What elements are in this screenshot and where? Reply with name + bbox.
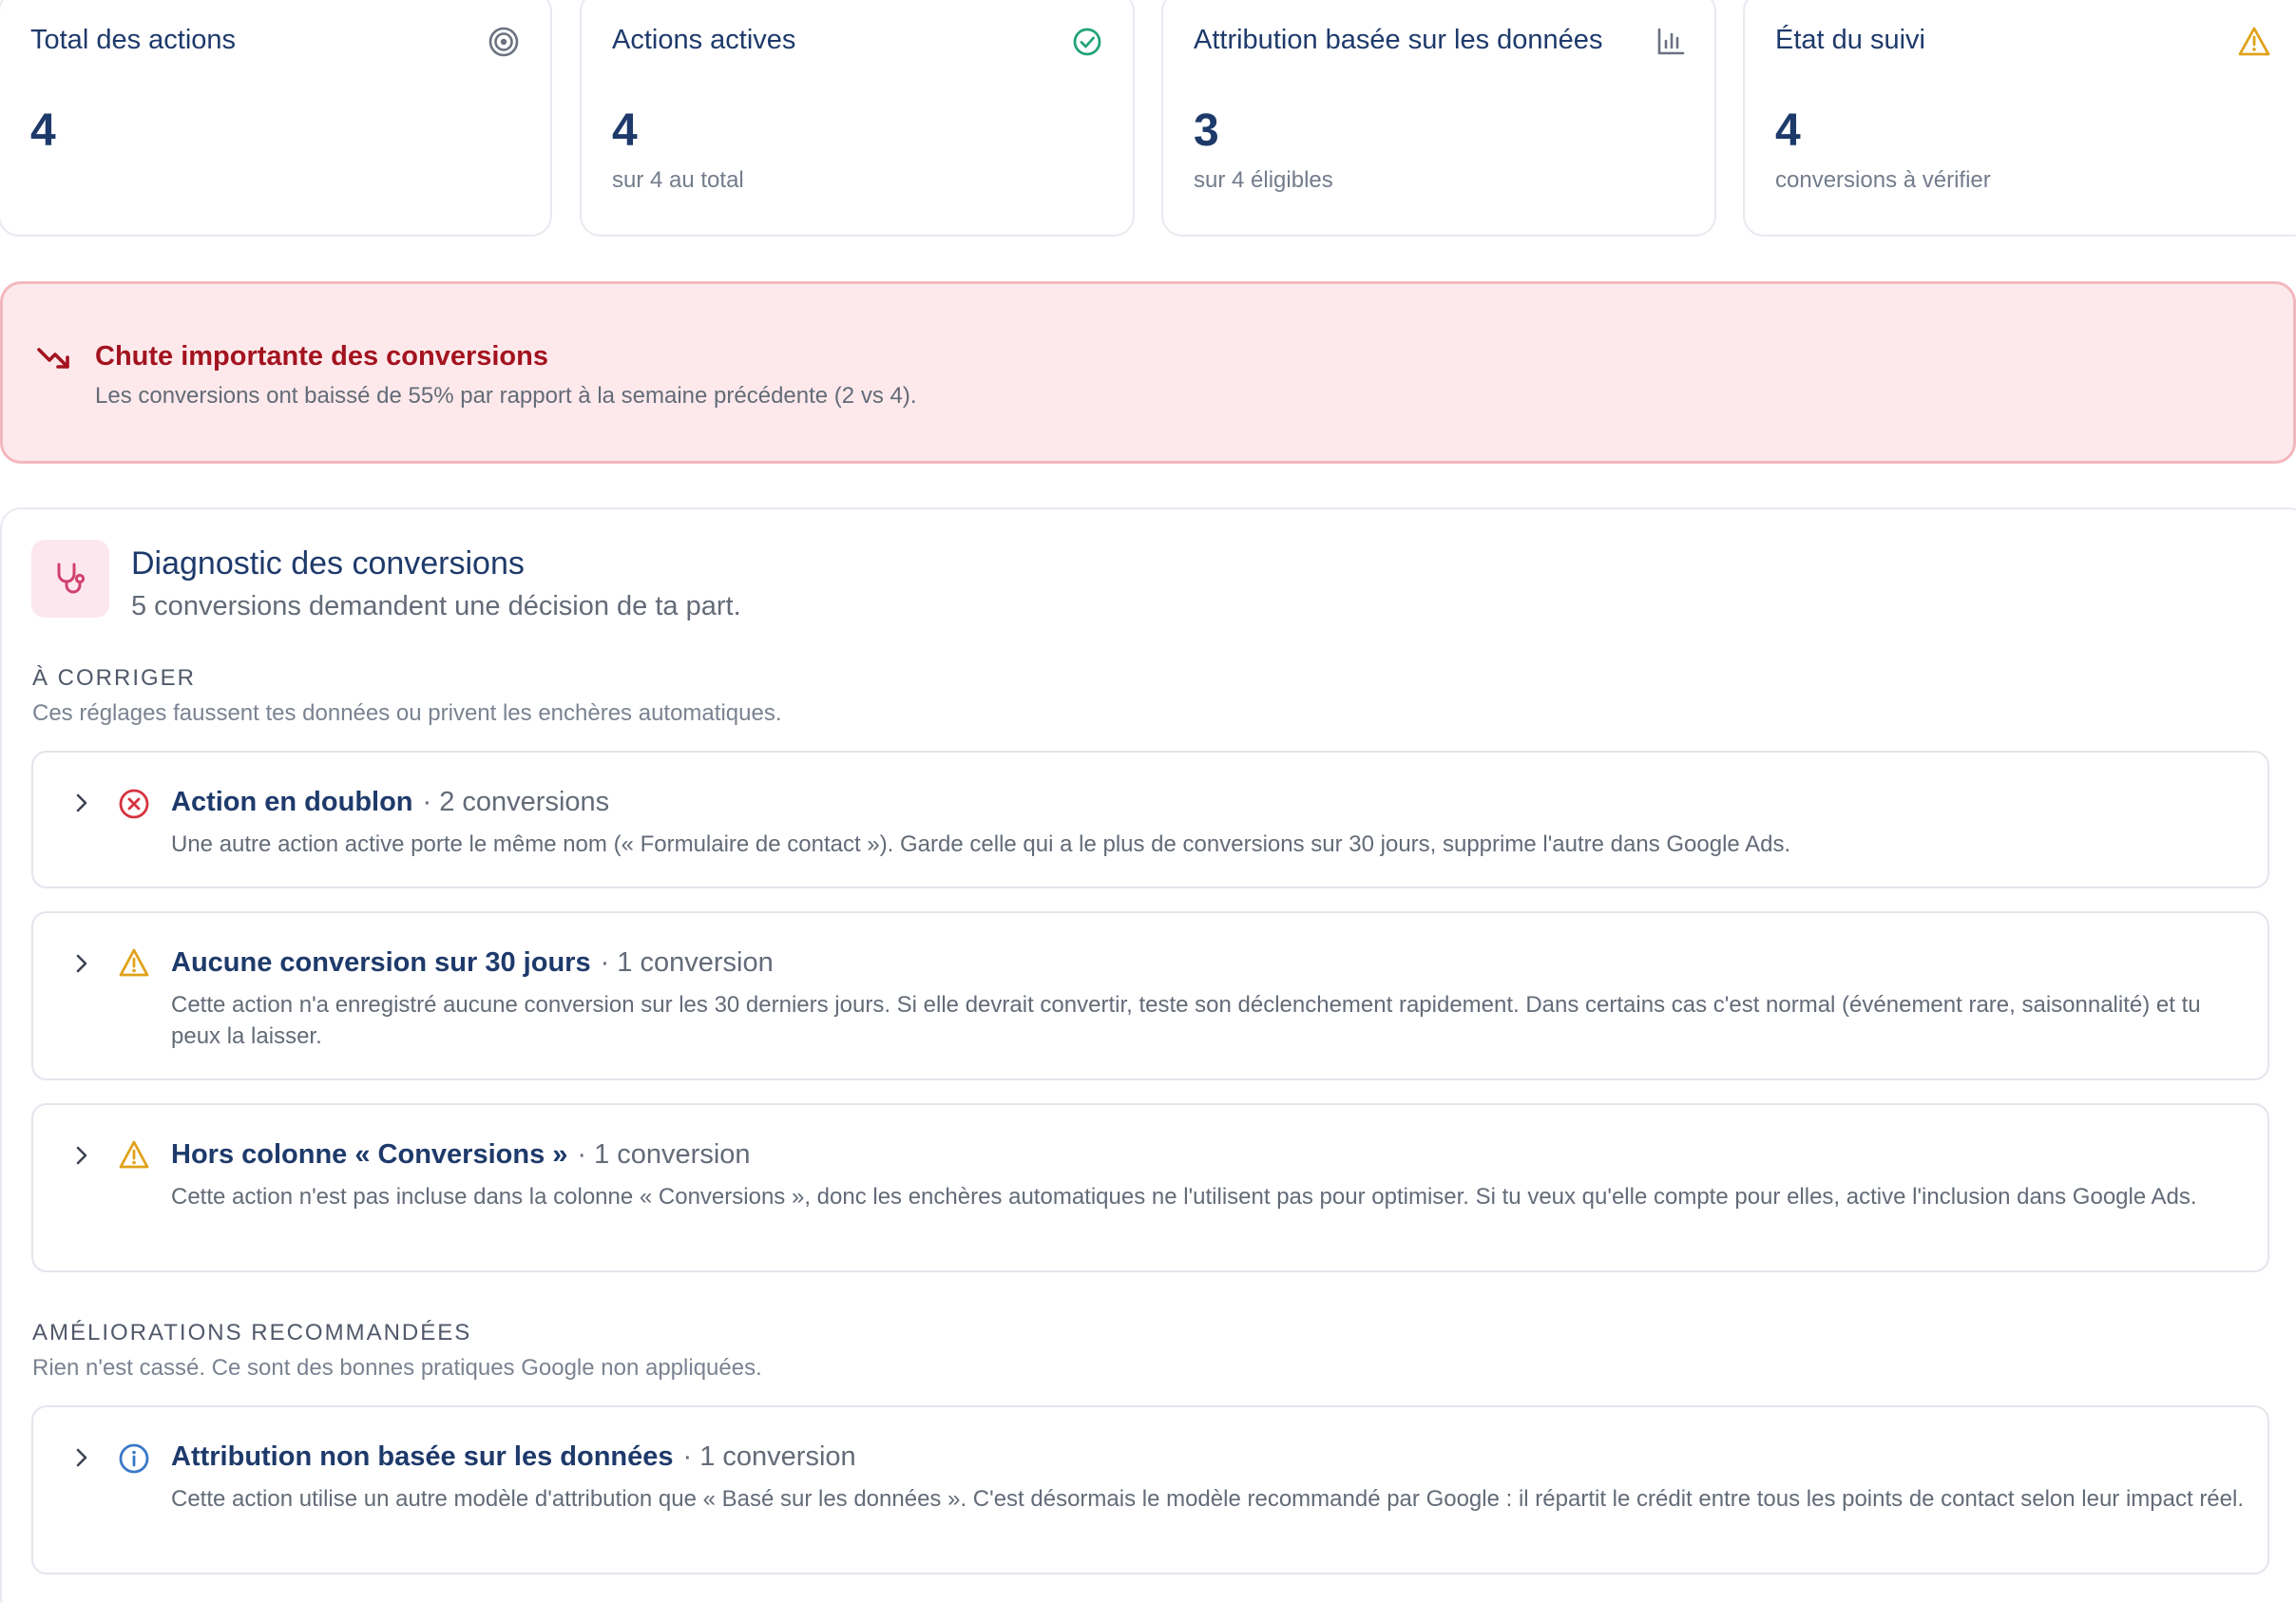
stat-title: Attribution basée sur les données <box>1194 25 1603 55</box>
warning-icon <box>118 1139 150 1172</box>
check-circle-icon <box>1070 25 1104 59</box>
stats-row: Total des actions 4 Actions actives 4 su… <box>0 0 2296 237</box>
diagnostic-panel: Diagnostic des conversions 5 conversions… <box>0 507 2296 1603</box>
fix-section-heading: À CORRIGER <box>32 665 197 691</box>
stethoscope-icon <box>57 563 86 594</box>
issue-count: · 1 conversion <box>600 947 774 978</box>
issue-header: Aucune conversion sur 30 jours · 1 conver… <box>171 947 774 979</box>
stat-value: 4 <box>1775 105 1801 156</box>
issue-duplicate-action[interactable]: Action en doublon · 2 conversions Une aut… <box>31 751 2269 888</box>
stat-value: 4 <box>30 105 56 156</box>
issue-count: · 1 conversion <box>682 1441 856 1472</box>
stat-card-data-driven-attribution: Attribution basée sur les données 3 sur … <box>1161 0 1716 237</box>
chevron-right-icon[interactable] <box>71 1447 92 1468</box>
improve-section-description: Rien n'est cassé. Ce sont des bonnes pra… <box>32 1355 762 1381</box>
issue-description: Cette action n'a enregistré aucune conve… <box>171 992 2201 1049</box>
improve-section-heading: AMÉLIORATIONS RECOMMANDÉES <box>32 1320 472 1345</box>
conversion-drop-alert: Chute importante des conversions Les con… <box>0 281 2296 464</box>
stat-subtext: sur 4 éligibles <box>1194 167 1333 193</box>
stat-card-active-actions: Actions actives 4 sur 4 au total <box>580 0 1135 237</box>
alert-title: Chute importante des conversions <box>95 341 548 372</box>
issue-title: Action en doublon <box>171 787 413 817</box>
warning-icon <box>118 947 150 980</box>
stat-title: Actions actives <box>612 25 796 55</box>
issue-count: · 2 conversions <box>422 787 610 817</box>
chevron-right-icon[interactable] <box>71 792 92 813</box>
diagnostic-badge <box>31 540 109 618</box>
stat-subtext: conversions à vérifier <box>1775 167 1991 193</box>
trending-down-icon <box>35 339 73 377</box>
issue-title: Attribution non basée sur les données <box>171 1441 674 1472</box>
issue-description: Cette action utilise un autre modèle d'a… <box>171 1486 2244 1512</box>
chevron-right-icon[interactable] <box>71 953 92 974</box>
info-icon <box>118 1442 150 1475</box>
bar-chart-icon <box>1654 25 1688 59</box>
issue-excluded-from-conversions-column[interactable]: Hors colonne « Conversions » · 1 conversi… <box>31 1103 2269 1272</box>
issue-description: Une autre action active porte le même no… <box>171 831 1791 857</box>
stat-title: État du suivi <box>1775 25 1925 55</box>
issue-count: · 1 conversion <box>577 1139 751 1170</box>
issue-no-conversion-30-days[interactable]: Aucune conversion sur 30 jours · 1 conver… <box>31 911 2269 1080</box>
issue-description: Cette action n'est pas incluse dans la c… <box>171 1184 2197 1210</box>
stat-card-total-actions: Total des actions 4 <box>0 0 552 237</box>
stat-value: 3 <box>1194 105 1219 156</box>
warning-icon <box>2237 25 2271 59</box>
error-circle-icon <box>118 788 150 820</box>
stat-title: Total des actions <box>30 25 237 55</box>
issue-non-data-driven-attribution[interactable]: Attribution non basée sur les données · 1… <box>31 1405 2269 1574</box>
issue-header: Action en doublon · 2 conversions <box>171 787 609 818</box>
target-icon <box>487 25 521 59</box>
alert-message: Les conversions ont baissé de 55% par ra… <box>95 383 917 409</box>
stat-value: 4 <box>612 105 638 156</box>
stat-card-tracking-status: État du suivi 4 conversions à vérifier <box>1743 0 2296 237</box>
issue-header: Attribution non basée sur les données · 1… <box>171 1441 856 1473</box>
chevron-right-icon[interactable] <box>71 1145 92 1166</box>
issue-title: Aucune conversion sur 30 jours <box>171 947 591 978</box>
issue-header: Hors colonne « Conversions » · 1 conversi… <box>171 1139 751 1171</box>
stat-subtext: sur 4 au total <box>612 167 744 193</box>
fix-section-description: Ces réglages faussent tes données ou pri… <box>32 700 782 726</box>
issue-title: Hors colonne « Conversions » <box>171 1139 568 1170</box>
diagnostic-title: Diagnostic des conversions <box>131 545 525 582</box>
diagnostic-subtitle: 5 conversions demandent une décision de … <box>131 591 741 621</box>
